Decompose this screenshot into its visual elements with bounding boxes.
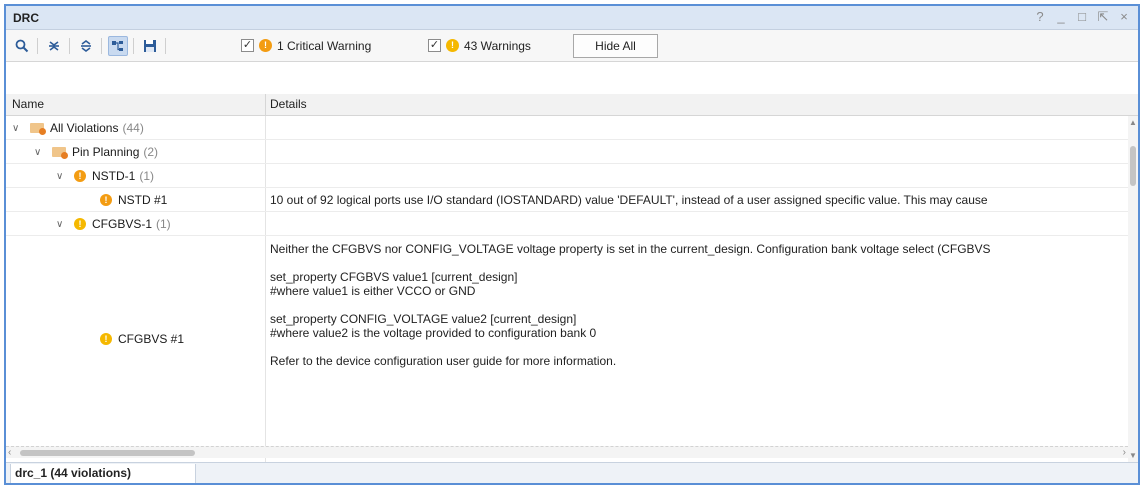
- details-blank-line: [270, 298, 1128, 312]
- tree-count: (2): [143, 145, 159, 159]
- details-line: set_property CFGBVS value1 [current_desi…: [270, 270, 518, 284]
- details-line: Neither the CFGBVS nor CONFIG_VOLTAGE vo…: [270, 242, 991, 256]
- warning-icon: !: [74, 218, 86, 230]
- tree-label: NSTD-1: [92, 169, 136, 183]
- close-icon[interactable]: ×: [1118, 9, 1130, 25]
- tree-row-nstd-group[interactable]: ∨ ! NSTD-1 (1): [6, 164, 1128, 188]
- drc-panel: DRC ? _ □ ⇱ × ✓ ! 1 Critical Warning ✓ !…: [4, 4, 1140, 485]
- help-icon[interactable]: ?: [1034, 9, 1046, 25]
- chevron-down-icon[interactable]: ∨: [56, 171, 68, 182]
- tree-count: (1): [139, 169, 155, 183]
- maximize-icon[interactable]: □: [1076, 9, 1088, 25]
- tree-row-cfgbvs-item[interactable]: ! CFGBVS #1 Neither the CFGBVS nor CONFI…: [6, 236, 1128, 446]
- scroll-left-icon[interactable]: ‹: [8, 447, 11, 458]
- details-line: #where value1 is either VCCO or GND: [270, 284, 476, 298]
- column-header-details[interactable]: Details: [270, 97, 307, 111]
- group-by-icon[interactable]: [108, 36, 128, 56]
- violations-folder-icon: [30, 123, 46, 135]
- panel-title: DRC: [13, 11, 39, 25]
- toolbar-separator: [165, 38, 166, 54]
- details-line: #where value2 is the voltage provided to…: [270, 326, 597, 340]
- title-bar: DRC ? _ □ ⇱ ×: [6, 6, 1138, 30]
- warning-icon: !: [446, 39, 459, 52]
- chevron-down-icon[interactable]: ∨: [34, 147, 46, 158]
- critical-warning-label: 1 Critical Warning: [277, 39, 372, 53]
- tree-row-all-violations[interactable]: ∨ All Violations (44): [6, 116, 1128, 140]
- minimize-icon[interactable]: _: [1055, 9, 1067, 25]
- expand-all-icon[interactable]: [76, 36, 96, 56]
- tab-drc-1[interactable]: drc_1 (44 violations): [10, 464, 196, 483]
- tree-row-nstd-item[interactable]: ! NSTD #1 10 out of 92 logical ports use…: [6, 188, 1128, 212]
- violation-details: Neither the CFGBVS nor CONFIG_VOLTAGE vo…: [270, 242, 1128, 368]
- tree-label: CFGBVS-1: [92, 217, 153, 231]
- scroll-up-icon[interactable]: ▲: [1129, 118, 1137, 127]
- save-icon[interactable]: [140, 36, 160, 56]
- toolbar: ✓ ! 1 Critical Warning ✓ ! 43 Warnings H…: [6, 30, 1138, 62]
- tree-row-pin-planning[interactable]: ∨ Pin Planning (2): [6, 140, 1128, 164]
- collapse-all-icon[interactable]: [44, 36, 64, 56]
- float-icon[interactable]: ⇱: [1097, 9, 1109, 25]
- details-line: set_property CONFIG_VOLTAGE value2 [curr…: [270, 312, 577, 326]
- critical-warning-icon: !: [100, 194, 112, 206]
- scroll-right-icon[interactable]: ›: [1123, 447, 1126, 458]
- tree-count: (1): [156, 217, 171, 231]
- category-folder-icon: [52, 147, 68, 159]
- toolbar-separator: [133, 38, 134, 54]
- toolbar-separator: [69, 38, 70, 54]
- details-blank-line: [270, 340, 1128, 354]
- warning-icon: !: [100, 333, 112, 345]
- tree-label: Pin Planning: [72, 145, 140, 159]
- toolbar-separator: [37, 38, 38, 54]
- hide-all-button[interactable]: Hide All: [573, 34, 658, 58]
- table-header: Name Details: [6, 94, 1138, 116]
- window-controls: ? _ □ ⇱ ×: [1034, 9, 1130, 25]
- vertical-scroll-thumb[interactable]: [1130, 146, 1136, 186]
- details-line: Refer to the device configuration user g…: [270, 354, 617, 368]
- tree-row-cfgbvs-group[interactable]: ∨ ! CFGBVS-1 (1): [6, 212, 1128, 236]
- tree-label: NSTD #1: [118, 193, 168, 207]
- chevron-down-icon[interactable]: ∨: [12, 123, 24, 134]
- column-header-name[interactable]: Name: [12, 97, 44, 111]
- critical-warning-checkbox[interactable]: ✓: [241, 39, 254, 52]
- toolbar-separator: [101, 38, 102, 54]
- horizontal-scroll-thumb[interactable]: [20, 450, 195, 456]
- vertical-scrollbar[interactable]: ▲ ▼: [1128, 116, 1138, 462]
- search-icon[interactable]: [12, 36, 32, 56]
- tree-count: (44): [122, 121, 144, 135]
- details-blank-line: [270, 256, 1128, 270]
- chevron-down-icon[interactable]: ∨: [56, 219, 68, 230]
- results-tab-bar: drc_1 (44 violations): [6, 462, 1138, 483]
- scroll-down-icon[interactable]: ▼: [1129, 451, 1137, 460]
- warnings-checkbox[interactable]: ✓: [428, 39, 441, 52]
- warnings-label: 43 Warnings: [464, 39, 531, 53]
- critical-warning-icon: !: [74, 170, 86, 182]
- critical-warning-icon: !: [259, 39, 272, 52]
- horizontal-scrollbar[interactable]: ‹ ›: [6, 446, 1128, 458]
- violation-details: 10 out of 92 logical ports use I/O stand…: [270, 193, 988, 207]
- tree-label: CFGBVS #1: [118, 332, 185, 346]
- column-divider[interactable]: [265, 94, 266, 116]
- tree-label: All Violations: [50, 121, 119, 135]
